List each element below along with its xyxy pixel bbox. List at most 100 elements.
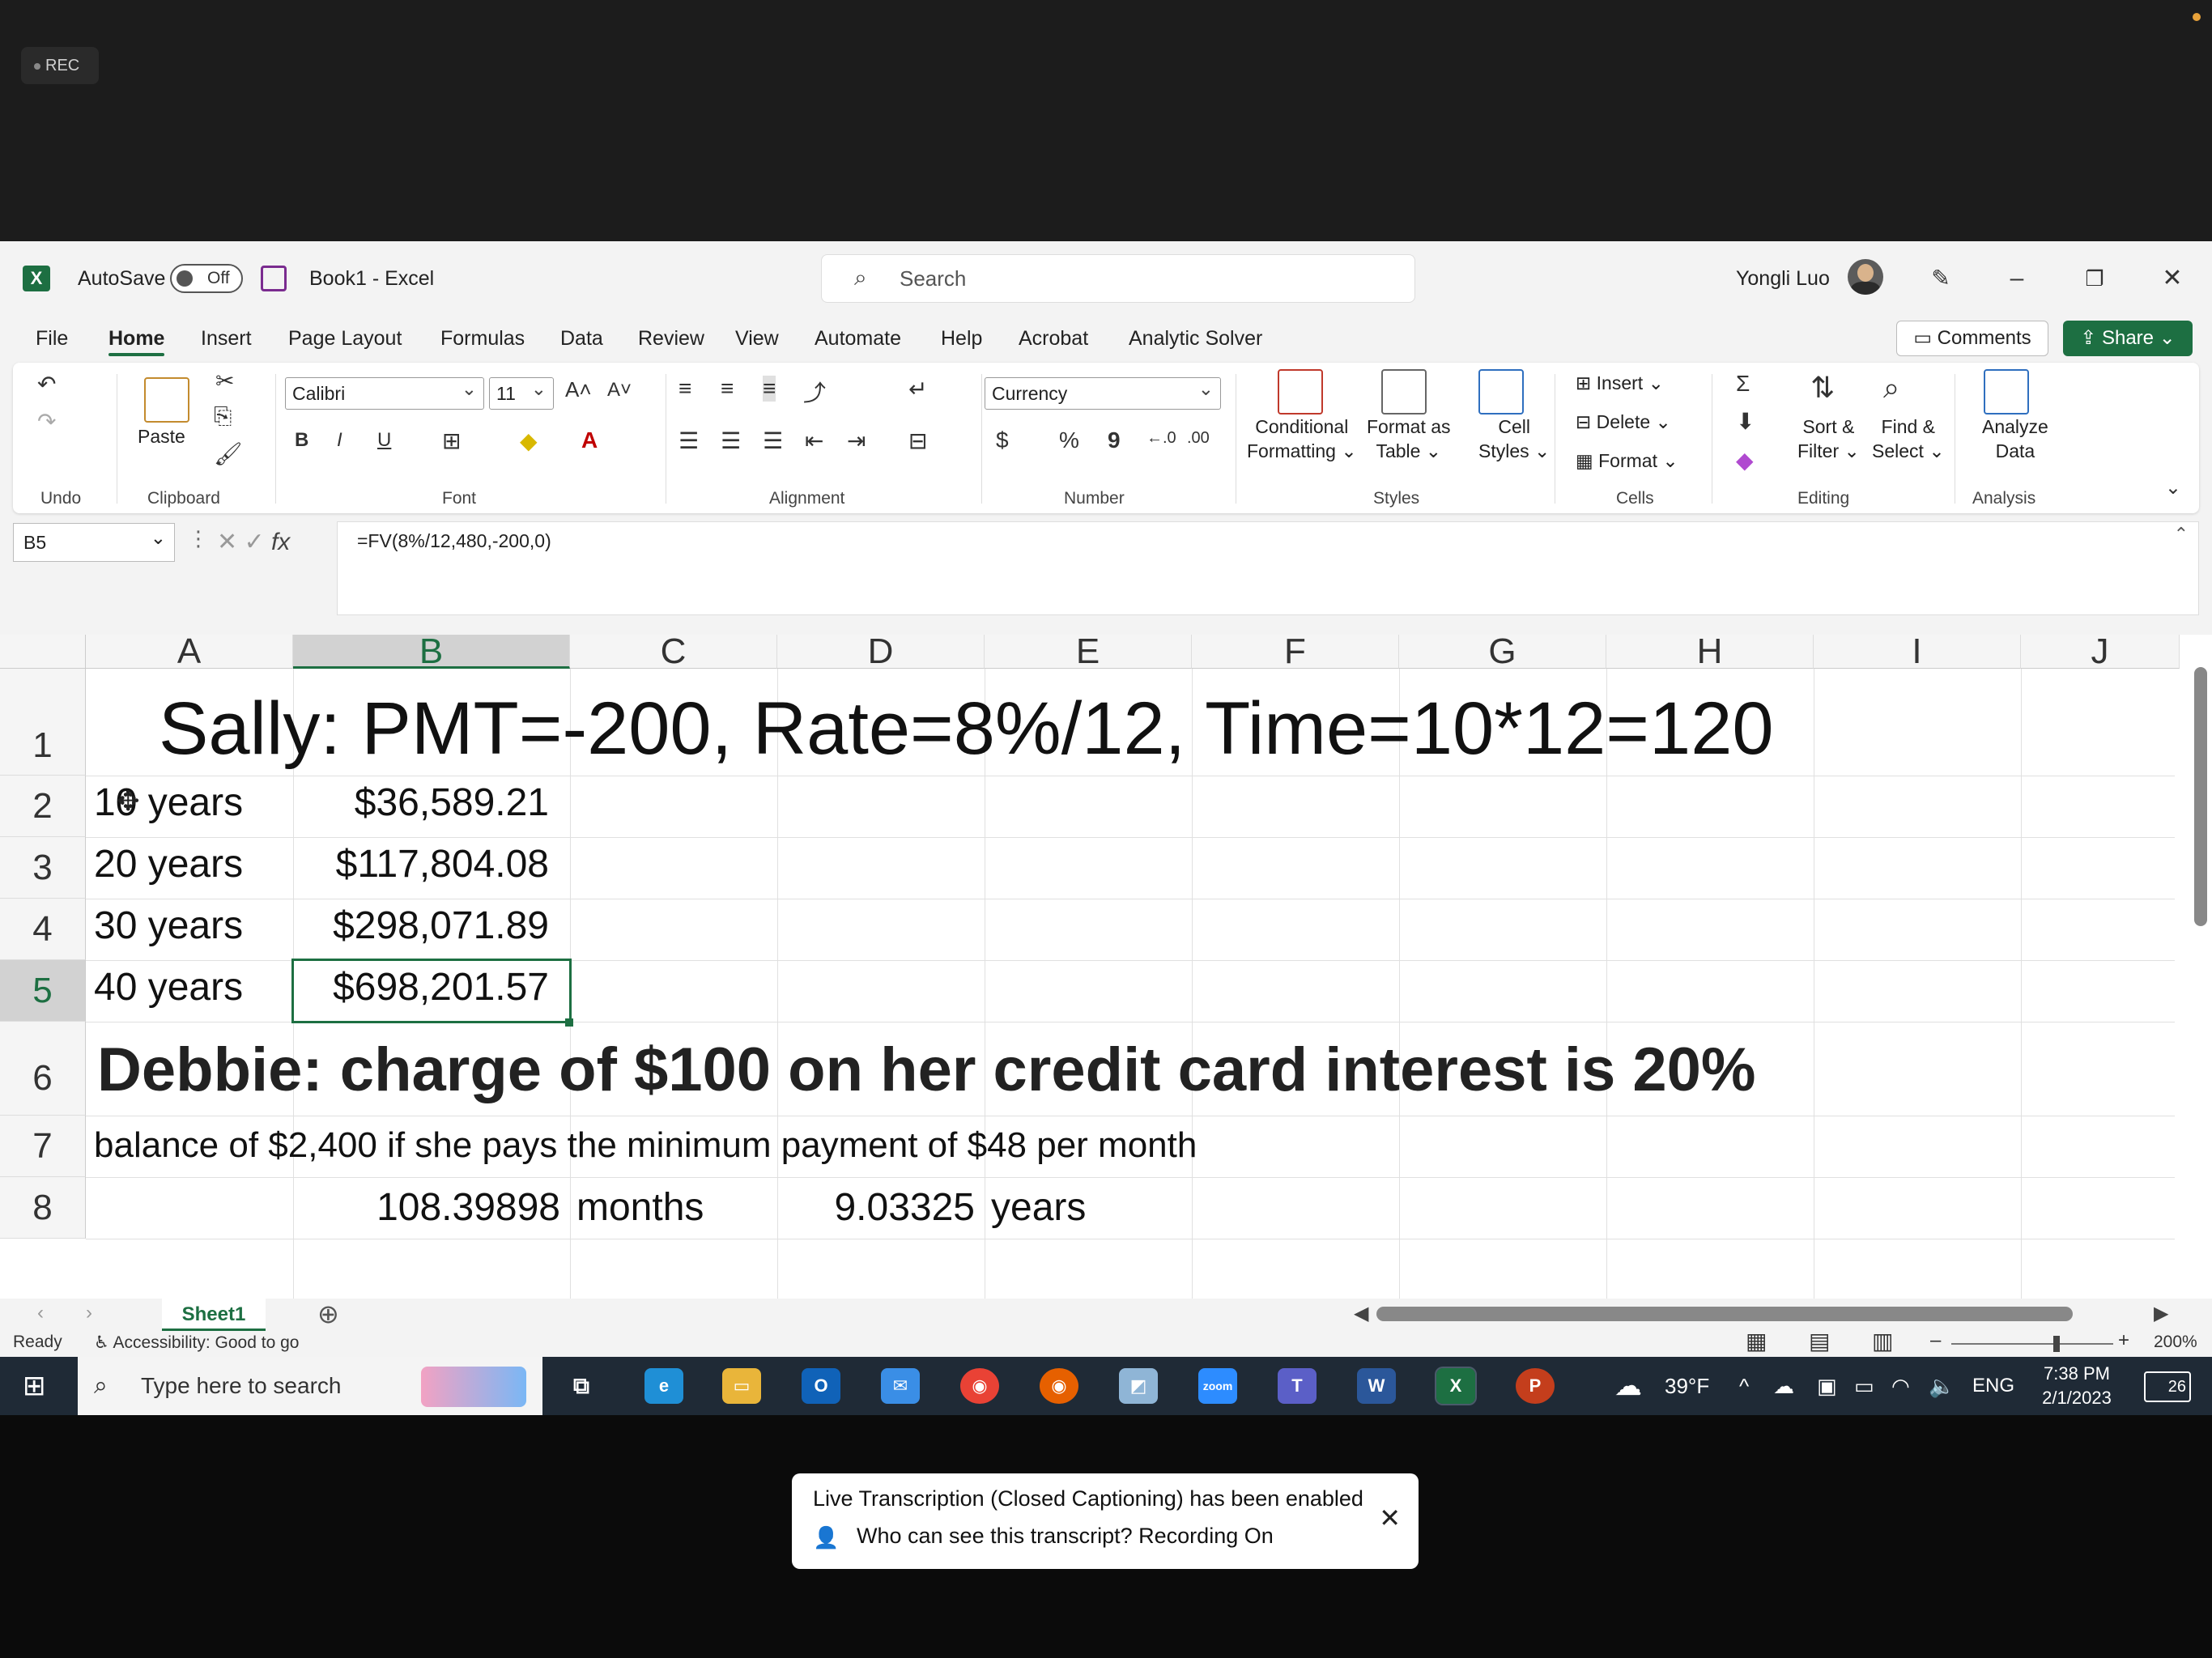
cell-b3[interactable]: $117,804.08 xyxy=(293,842,549,886)
cell-b5[interactable]: $698,201.57 xyxy=(293,965,549,1010)
decrease-decimal-icon[interactable]: .00 xyxy=(1187,429,1210,448)
find-select-label[interactable]: Find & Select ⌄ xyxy=(1872,414,1945,463)
middle-align-icon[interactable]: ≡ xyxy=(721,376,734,402)
row-header-5[interactable]: 5 xyxy=(0,960,86,1022)
underline-icon[interactable]: U xyxy=(377,429,391,452)
cell-b2[interactable]: $36,589.21 xyxy=(293,780,549,825)
menu-file[interactable]: File xyxy=(36,316,68,361)
next-sheet-icon[interactable]: › xyxy=(86,1302,92,1324)
fill-icon[interactable]: ⬇ xyxy=(1736,408,1755,435)
cell-b4[interactable]: $298,071.89 xyxy=(293,903,549,948)
row-header-3[interactable]: 3 xyxy=(0,837,86,899)
align-right-icon[interactable]: ☰ xyxy=(763,427,783,454)
conditional-formatting-icon[interactable] xyxy=(1278,369,1323,414)
user-name[interactable]: Yongli Luo xyxy=(1736,241,1830,316)
column-header-e[interactable]: E xyxy=(985,635,1192,670)
clock[interactable]: 7:38 PM 2/1/2023 xyxy=(2034,1362,2120,1410)
insert-function-icon[interactable]: fx xyxy=(271,529,290,555)
column-header-g[interactable]: G xyxy=(1399,635,1606,670)
teams-icon[interactable]: T xyxy=(1278,1368,1317,1404)
formula-bar[interactable]: =FV(8%/12,480,-200,0) ⌃ xyxy=(337,521,2199,615)
notification-center[interactable]: 26 xyxy=(2144,1371,2191,1402)
pen-icon[interactable]: ✎ xyxy=(1912,253,1969,304)
normal-view-icon[interactable]: ▦ xyxy=(1746,1328,1767,1354)
mail-icon[interactable]: ✉ xyxy=(881,1368,920,1404)
toast-line2[interactable]: Who can see this transcript? Recording O… xyxy=(857,1524,1274,1549)
row-header-8[interactable]: 8 xyxy=(0,1177,86,1239)
menu-help[interactable]: Help xyxy=(941,316,982,361)
language-indicator[interactable]: ENG xyxy=(1972,1357,2014,1415)
cut-icon[interactable]: ✂ xyxy=(215,368,234,394)
row-header-1[interactable]: 1 xyxy=(0,669,86,776)
weather-temp[interactable]: 39°F xyxy=(1665,1357,1709,1415)
worksheet-grid[interactable]: A B C D E F G H I J 1 2 3 4 5 6 7 8 Sall… xyxy=(0,635,2212,1299)
menu-analytic-solver[interactable]: Analytic Solver xyxy=(1129,316,1262,361)
cell-a1[interactable]: Sally: PMT=-200, Rate=8%/12, Time=10*12=… xyxy=(159,688,1774,769)
fill-color-icon[interactable]: ◆ xyxy=(520,427,538,454)
search-input[interactable]: ⌕ Search xyxy=(821,254,1415,303)
comma-style-icon[interactable]: 9 xyxy=(1108,427,1121,453)
insert-cells-button[interactable]: ⊞ Insert ⌄ xyxy=(1576,371,1664,395)
italic-icon[interactable]: I xyxy=(337,429,342,452)
menu-view[interactable]: View xyxy=(735,316,779,361)
cell-b8[interactable]: 108.39898 xyxy=(293,1185,560,1230)
cell-styles-label[interactable]: Cell Styles ⌄ xyxy=(1478,414,1550,463)
menu-insert[interactable]: Insert xyxy=(201,316,252,361)
cell-styles-icon[interactable] xyxy=(1478,369,1524,414)
delete-cells-button[interactable]: ⊟ Delete ⌄ xyxy=(1576,410,1671,434)
format-as-table-icon[interactable] xyxy=(1381,369,1427,414)
powerpoint-icon[interactable]: P xyxy=(1516,1368,1555,1404)
find-icon[interactable]: ⌕ xyxy=(1883,371,1899,406)
share-button[interactable]: ⇪ Share ⌄ xyxy=(2063,321,2193,356)
column-header-c[interactable]: C xyxy=(570,635,777,670)
merge-center-icon[interactable]: ⊟ xyxy=(908,427,927,454)
borders-icon[interactable]: ⊞ xyxy=(442,427,461,454)
zoom-app-icon[interactable]: zoom xyxy=(1198,1368,1237,1404)
decrease-font-icon[interactable]: A˅ xyxy=(607,379,632,402)
top-align-icon[interactable]: ≡ xyxy=(678,376,691,402)
add-sheet-icon[interactable]: ⊕ xyxy=(317,1299,339,1329)
cell-c8[interactable]: months xyxy=(576,1185,704,1230)
column-header-b[interactable]: B xyxy=(293,635,570,670)
column-header-a[interactable]: A xyxy=(86,635,293,670)
copy-icon[interactable]: ⎘ xyxy=(214,403,232,430)
outlook-icon[interactable]: O xyxy=(802,1368,840,1404)
select-all-corner[interactable] xyxy=(0,635,86,669)
format-cells-button[interactable]: ▦ Format ⌄ xyxy=(1576,449,1678,473)
show-hidden-icons-icon[interactable]: ^ xyxy=(1739,1357,1749,1415)
prev-sheet-icon[interactable]: ‹ xyxy=(37,1302,44,1324)
excel-taskbar-icon[interactable]: X xyxy=(1435,1367,1477,1405)
column-header-j[interactable]: J xyxy=(2021,635,2180,670)
zoom-out-icon[interactable]: – xyxy=(1930,1329,1941,1352)
scroll-left-icon[interactable]: ◀ xyxy=(1354,1302,1368,1325)
menu-acrobat[interactable]: Acrobat xyxy=(1019,316,1088,361)
battery-icon[interactable]: ▭ xyxy=(1854,1357,1874,1415)
avatar[interactable] xyxy=(1848,259,1883,295)
zoom-in-icon[interactable]: + xyxy=(2118,1329,2129,1352)
increase-font-icon[interactable]: A˄ xyxy=(565,377,592,402)
onedrive-icon[interactable]: ☁ xyxy=(1773,1357,1794,1415)
task-view-icon[interactable]: ⧉ xyxy=(562,1368,601,1404)
name-box[interactable]: B5 xyxy=(13,519,175,562)
zoom-slider[interactable] xyxy=(1951,1343,2113,1345)
cell-a4[interactable]: 30 years xyxy=(94,903,243,948)
wifi-icon[interactable]: ◠ xyxy=(1891,1357,1910,1415)
cell-a7[interactable]: balance of $2,400 if she pays the minimu… xyxy=(94,1125,1197,1166)
sort-filter-label[interactable]: Sort & Filter ⌄ xyxy=(1797,414,1860,463)
paste-label[interactable]: Paste xyxy=(138,424,185,449)
comments-button[interactable]: ▭ Comments xyxy=(1896,321,2048,356)
firefox-icon[interactable]: ◉ xyxy=(1040,1368,1078,1404)
clear-icon[interactable]: ◆ xyxy=(1736,447,1754,474)
edge-icon[interactable]: e xyxy=(644,1368,683,1404)
font-color-icon[interactable]: A xyxy=(581,427,598,453)
analyze-data-icon[interactable] xyxy=(1984,369,2029,414)
format-as-table-label[interactable]: Format as Table ⌄ xyxy=(1367,414,1451,463)
row-header-6[interactable]: 6 xyxy=(0,1022,86,1116)
decrease-indent-icon[interactable]: ⇤ xyxy=(805,427,823,454)
zoom-slider-thumb[interactable] xyxy=(2053,1336,2060,1352)
close-button[interactable]: ✕ xyxy=(2144,253,2201,304)
currency-icon[interactable]: $ xyxy=(996,427,1009,453)
file-explorer-icon[interactable]: ▭ xyxy=(722,1368,761,1404)
cell-a3[interactable]: 20 years xyxy=(94,842,243,886)
zoom-level[interactable]: 200% xyxy=(2154,1333,2197,1352)
